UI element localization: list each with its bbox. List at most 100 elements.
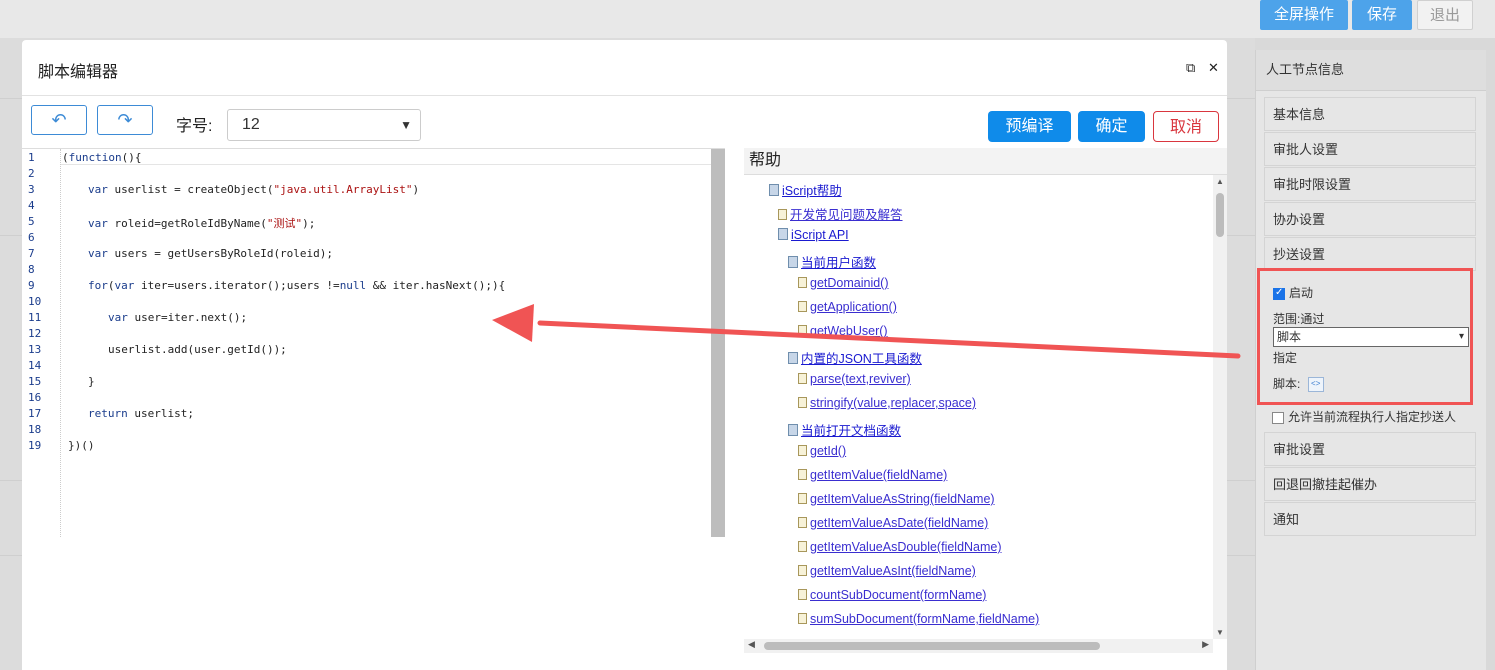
help-tree-item[interactable]: parse(text,reviver): [798, 372, 911, 386]
help-tree-item[interactable]: getId(): [798, 444, 846, 458]
help-tree-item[interactable]: countSubDocument(formName): [798, 588, 986, 602]
exit-button[interactable]: 退出: [1417, 0, 1473, 30]
line-number: 3: [28, 183, 35, 196]
folder-book-icon: [778, 228, 788, 240]
help-tree-item[interactable]: getDomainid(): [798, 276, 889, 290]
assign-label: 指定: [1273, 351, 1298, 365]
script-edit-icon[interactable]: <>: [1307, 377, 1324, 393]
document-icon: [798, 277, 807, 288]
help-tree-label: getItemValueAsDouble(fieldName): [810, 540, 1002, 554]
font-size-label: 字号:: [176, 118, 213, 135]
section-notify-settings[interactable]: 通知: [1264, 502, 1476, 536]
document-icon: [798, 373, 807, 384]
scroll-left-icon[interactable]: ◀: [748, 639, 755, 650]
help-tree-item[interactable]: getItemValueAsDouble(fieldName): [798, 540, 1002, 554]
section-approver-settings[interactable]: 审批人设置: [1264, 132, 1476, 166]
font-size-select[interactable]: 12 ▼: [227, 109, 421, 141]
save-button[interactable]: 保存: [1352, 0, 1412, 30]
line-number: 10: [28, 295, 42, 308]
section-rollback-settings[interactable]: 回退回撤挂起催办: [1264, 467, 1476, 501]
line-number: 8: [28, 263, 35, 276]
code-line[interactable]: }: [88, 375, 95, 388]
close-icon[interactable]: ✕: [1208, 60, 1219, 76]
section-time-limit-settings[interactable]: 审批时限设置: [1264, 167, 1476, 201]
help-tree-item[interactable]: 当前用户函数: [788, 252, 876, 271]
help-tree-item[interactable]: getItemValueAsInt(fieldName): [798, 564, 976, 578]
section-basic-info[interactable]: 基本信息: [1264, 97, 1476, 131]
line-number-gutter: 1 2 3 4 5 6 7 8 9 10 11 12 13 14 15 16 17 18 19: [22, 149, 61, 537]
scroll-right-icon[interactable]: ▶: [1202, 639, 1209, 650]
line-number: 9: [28, 279, 35, 292]
script-editor-dialog: 脚本编辑器 ⧉ ✕ ↶ ↷ 字号: 12 ▼ 预编译 确定 取消 1234567…: [22, 40, 1227, 670]
line-number: 14: [28, 359, 42, 372]
help-tree-label: getItemValue(fieldName): [810, 468, 948, 482]
dialog-title: 脚本编辑器: [38, 64, 119, 81]
allow-cc-label: 允许当前流程执行人指定抄送人: [1288, 410, 1457, 424]
section-approval-settings[interactable]: 审批设置: [1264, 432, 1476, 466]
editor-scrollbar[interactable]: [711, 149, 725, 537]
code-line[interactable]: var user=iter.next();: [108, 311, 247, 324]
help-tree-item[interactable]: iScript API: [778, 228, 849, 242]
scope-select-value: 脚本: [1277, 330, 1302, 344]
precompile-button[interactable]: 预编译: [988, 111, 1071, 142]
help-tree-item[interactable]: getApplication(): [798, 300, 897, 314]
scroll-down-icon[interactable]: ▼: [1216, 628, 1224, 637]
help-tree-item[interactable]: getItemValue(fieldName): [798, 468, 947, 482]
help-tree-label: sumSubDocument(formName,fieldName): [810, 612, 1040, 626]
popout-icon[interactable]: ⧉: [1186, 60, 1195, 76]
folder-book-icon: [788, 256, 798, 268]
scroll-up-icon[interactable]: ▲: [1216, 177, 1224, 186]
help-tree-item[interactable]: 开发常见问题及解答: [778, 204, 903, 223]
allow-cc-checkbox[interactable]: [1272, 411, 1284, 424]
help-tree-item[interactable]: 内置的JSON工具函数: [788, 348, 922, 367]
code-line[interactable]: })(): [68, 439, 95, 452]
help-tree-label: 开发常见问题及解答: [790, 208, 903, 222]
redo-button[interactable]: ↷: [97, 105, 153, 135]
script-label: 脚本:: [1273, 377, 1301, 391]
enable-checkbox[interactable]: [1273, 287, 1285, 300]
code-line[interactable]: var users = getUsersByRoleId(roleid);: [88, 247, 333, 260]
line-number: 18: [28, 423, 42, 436]
help-vertical-scrollbar[interactable]: ▲ ▼: [1213, 175, 1227, 639]
code-line[interactable]: var userlist = createObject("java.util.A…: [88, 183, 419, 196]
help-tree-item[interactable]: iScript帮助: [769, 180, 842, 199]
help-tree-label: getWebUser(): [810, 324, 888, 338]
top-bar: 全屏操作 保存 退出: [0, 0, 1495, 38]
cancel-button[interactable]: 取消: [1153, 111, 1219, 142]
help-tree-item[interactable]: sumSubDocument(formName,fieldName): [798, 612, 1039, 626]
section-cc-settings[interactable]: 抄送设置: [1264, 237, 1476, 271]
redo-icon: ↷: [117, 110, 133, 130]
help-tree-label: getId(): [810, 444, 847, 458]
fullscreen-button[interactable]: 全屏操作: [1260, 0, 1348, 30]
document-icon: [798, 493, 807, 504]
help-tree-label: getDomainid(): [810, 276, 889, 290]
document-icon: [798, 445, 807, 456]
confirm-button[interactable]: 确定: [1078, 111, 1145, 142]
help-tree-label: iScript帮助: [782, 184, 842, 198]
help-tree-item[interactable]: getWebUser(): [798, 324, 888, 338]
line-number: 4: [28, 199, 35, 212]
code-editor[interactable]: 1 2 3 4 5 6 7 8 9 10 11 12 13 14 15 16 17 18 19 (function(…: [22, 148, 725, 537]
code-line[interactable]: return userlist;: [88, 407, 194, 420]
code-line[interactable]: for(var iter=users.iterator();users !=nu…: [88, 279, 505, 292]
scope-select[interactable]: 脚本 ▾: [1273, 327, 1469, 347]
code-line[interactable]: userlist.add(user.getId());: [108, 343, 287, 356]
scroll-thumb[interactable]: [1216, 193, 1224, 237]
help-tree-item[interactable]: stringify(value,replacer,space): [798, 396, 976, 410]
document-icon: [798, 613, 807, 624]
help-tree-item[interactable]: 当前打开文档函数: [788, 420, 901, 439]
code-line[interactable]: var roleid=getRoleIdByName("测试");: [88, 215, 315, 231]
chevron-down-icon: ▾: [1458, 331, 1464, 342]
scroll-thumb[interactable]: [764, 642, 1100, 650]
help-tree-item[interactable]: getItemValueAsString(fieldName): [798, 492, 995, 506]
code-line[interactable]: (function(){: [62, 151, 141, 164]
help-panel: 帮助 iScript帮助 开发常见问题及解答 iScript API 当前用户函数 ge…: [744, 148, 1227, 670]
help-horizontal-scrollbar[interactable]: ◀ ▶: [744, 639, 1213, 653]
enable-option[interactable]: 启动: [1273, 284, 1313, 301]
line-number: 19: [28, 439, 42, 452]
document-icon: [798, 397, 807, 408]
allow-cc-option[interactable]: 允许当前流程执行人指定抄送人: [1272, 408, 1456, 425]
help-tree-item[interactable]: getItemValueAsDate(fieldName): [798, 516, 988, 530]
section-assist-settings[interactable]: 协办设置: [1264, 202, 1476, 236]
undo-button[interactable]: ↶: [31, 105, 87, 135]
